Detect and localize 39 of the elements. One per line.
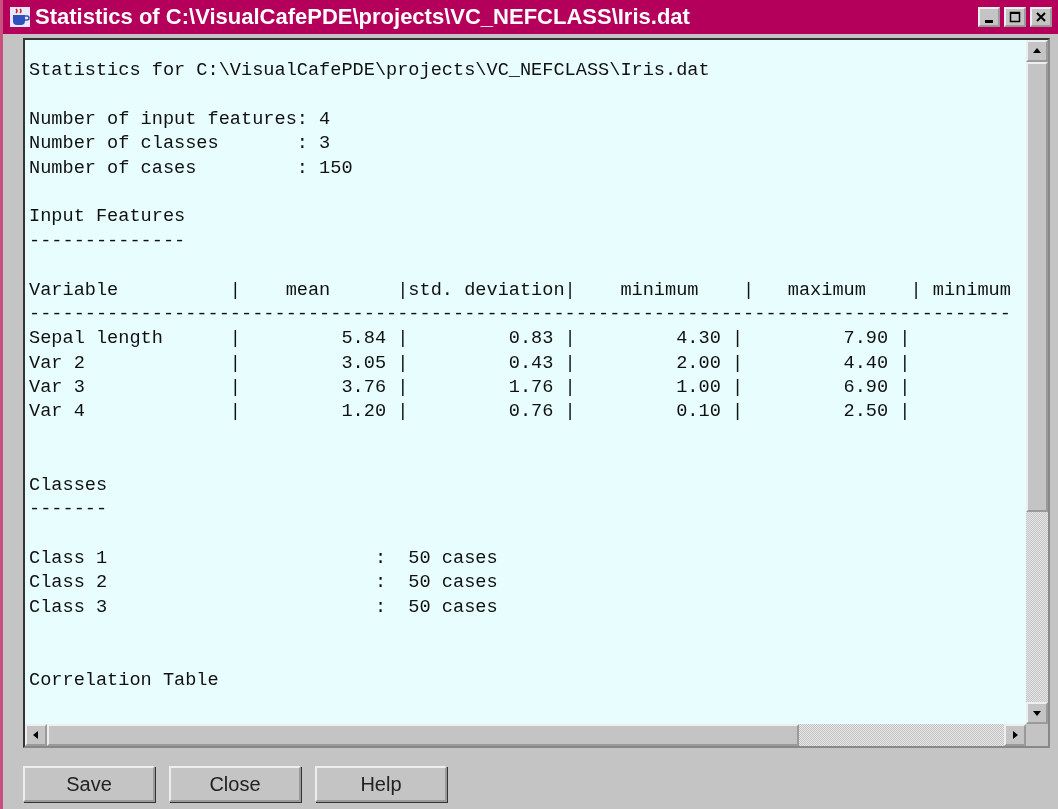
report-line: Number of input features: 4 <box>29 107 332 132</box>
report-line: ---------------------------------------------------------------------------------------- <box>29 302 1012 327</box>
report-line: Class 1 : 50 cases <box>29 546 499 571</box>
minimize-icon <box>985 19 993 23</box>
report-line: Input Features <box>29 205 187 230</box>
close-icon <box>1034 10 1048 24</box>
up-arrow-icon <box>1032 46 1042 56</box>
dialog-button[interactable]: Close <box>169 766 301 802</box>
down-arrow-icon <box>1032 708 1042 718</box>
report-line: Class 3 : 50 cases <box>29 595 499 620</box>
scrollbar-thumb[interactable] <box>47 724 799 746</box>
dialog-button[interactable]: Save <box>23 766 155 802</box>
app-icon <box>9 6 31 28</box>
scroll-up-button[interactable] <box>1026 40 1048 62</box>
report-line: Number of cases : 150 <box>29 156 354 181</box>
report-line: -------------- <box>29 229 187 254</box>
window-title: Statistics of C:\VisualCafePDE\projects\VC_NEFCLASS\Iris.dat <box>35 4 691 30</box>
right-arrow-icon <box>1010 730 1020 740</box>
left-arrow-icon <box>31 730 41 740</box>
report-line: Variable | mean |std. deviation| minimum | maximum | minimum <box>29 278 1012 303</box>
scroll-left-button[interactable] <box>25 724 47 746</box>
maximize-icon <box>1008 10 1022 24</box>
minimize-button[interactable] <box>978 7 1000 27</box>
close-button[interactable] <box>1030 7 1052 27</box>
report-line: Var 4 | 1.20 | 0.76 | 0.10 | 2.50 | <box>29 400 912 425</box>
report-line: Sepal length | 5.84 | 0.83 | 4.30 | 7.90 | <box>29 327 912 352</box>
report-line: Var 2 | 3.05 | 0.43 | 2.00 | 4.40 | <box>29 351 912 376</box>
maximize-button[interactable] <box>1004 7 1026 27</box>
report-line: Number of classes : 3 <box>29 132 332 157</box>
report-line: ------- <box>29 498 109 523</box>
scrollbar-thumb[interactable] <box>1026 62 1048 512</box>
report-line: Var 3 | 3.76 | 1.76 | 1.00 | 6.90 | <box>29 376 912 401</box>
dialog-button[interactable]: Help <box>315 766 447 802</box>
report-line: Class 2 : 50 cases <box>29 571 499 596</box>
scroll-right-button[interactable] <box>1004 724 1026 746</box>
scroll-down-button[interactable] <box>1026 702 1048 724</box>
report-line: Correlation Table <box>29 668 220 693</box>
report-line: Classes <box>29 473 109 498</box>
report-line: Statistics for C:\VisualCafePDE\projects\VC_NEFCLASS\Iris.dat <box>29 59 711 83</box>
